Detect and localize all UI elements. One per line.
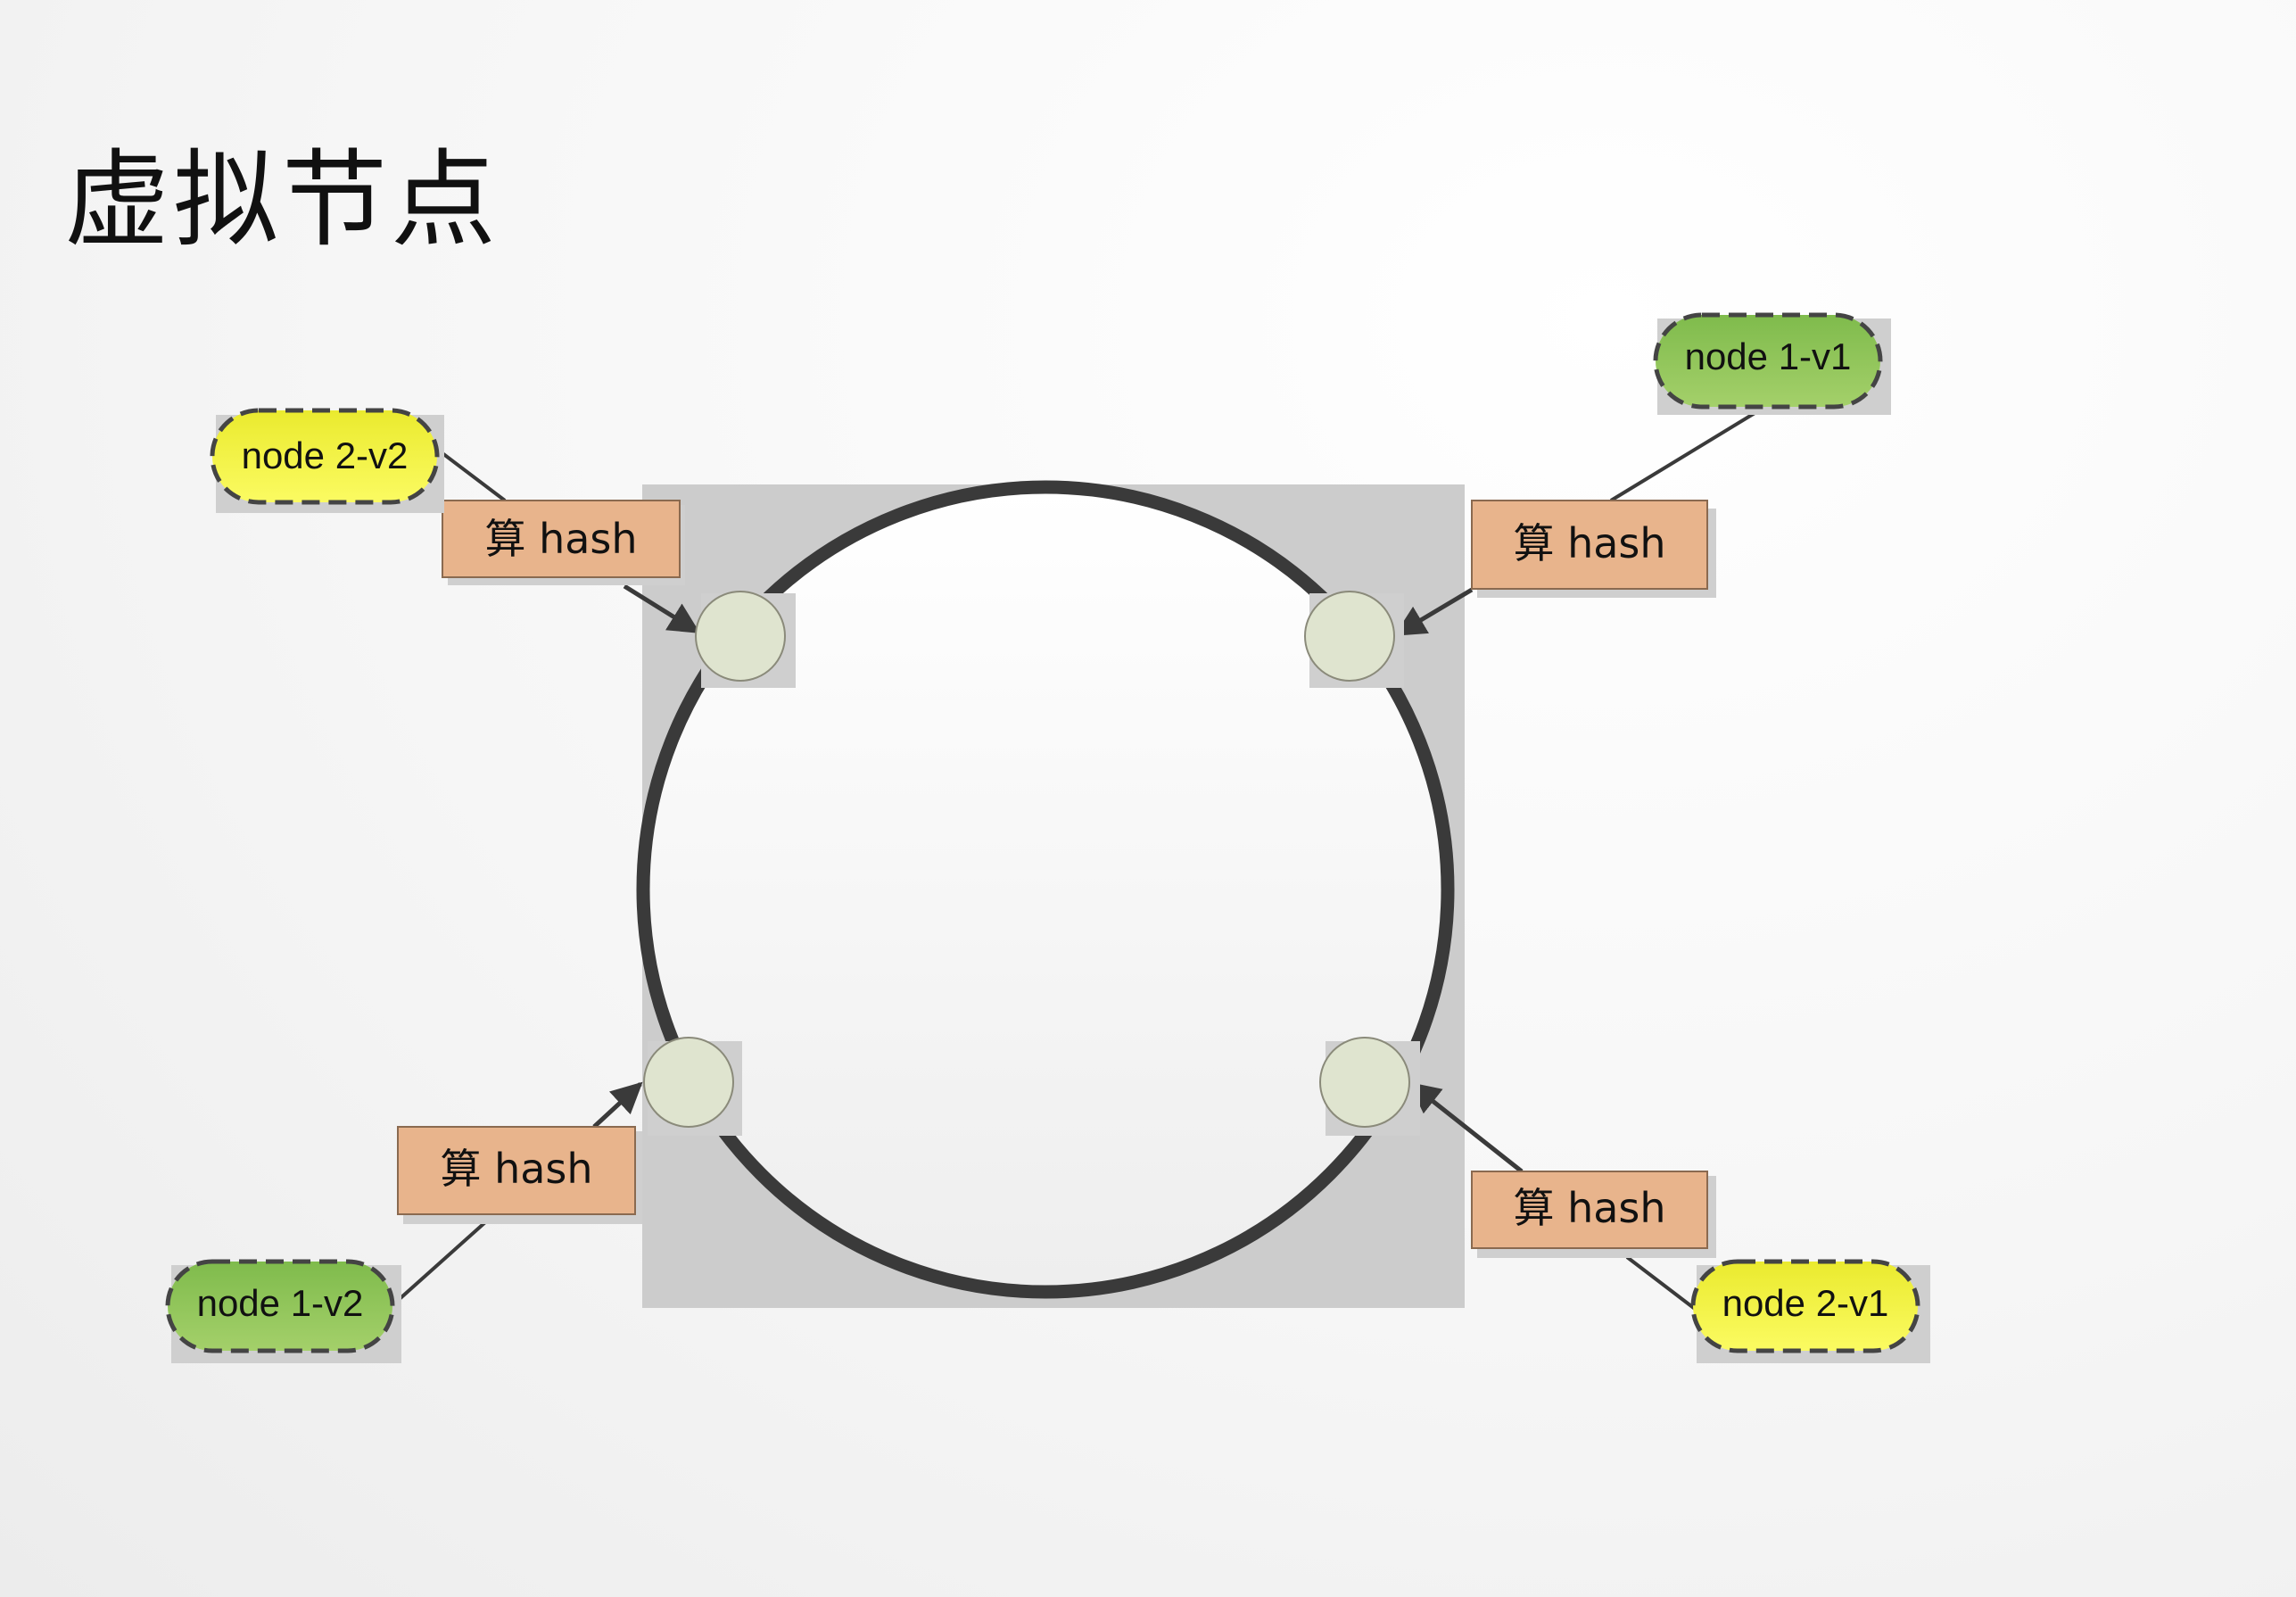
connector-node-2-v2 — [437, 449, 507, 502]
hash-box-top-right: 算 hash — [1471, 500, 1716, 598]
hash-label: 算 hash — [1513, 1184, 1665, 1232]
node-label: node 1-v2 — [197, 1282, 364, 1324]
hash-box-top-left: 算 hash — [442, 500, 685, 585]
node-1-v1: node 1-v1 — [1653, 312, 1891, 415]
node-2-v1: node 2-v1 — [1690, 1259, 1930, 1363]
hash-ring-diagram: 算 hash 算 hash 算 hash 算 hash node 2-v2 no… — [165, 312, 1930, 1363]
hash-label: 算 hash — [1513, 519, 1665, 567]
ring-point-top-right — [1304, 591, 1404, 688]
node-1-v2: node 1-v2 — [165, 1259, 401, 1363]
node-label: node 2-v1 — [1722, 1282, 1889, 1324]
node-label: node 1-v1 — [1685, 335, 1852, 377]
connector-node-1-v2 — [391, 1221, 487, 1307]
hash-box-bottom-right: 算 hash — [1471, 1171, 1716, 1258]
hash-box-bottom-left: 算 hash — [397, 1126, 642, 1224]
node-label: node 2-v2 — [242, 434, 409, 476]
ring-point-top-left — [695, 591, 796, 688]
connector-node-2-v1 — [1625, 1255, 1700, 1313]
node-2-v2: node 2-v2 — [210, 408, 444, 513]
arrow-bottom-left — [592, 1081, 643, 1129]
ring-point-bottom-left — [643, 1037, 742, 1136]
connector-node-1-v1 — [1609, 403, 1770, 502]
ring-point-bottom-right — [1319, 1037, 1420, 1136]
hash-label: 算 hash — [440, 1145, 592, 1193]
hash-label: 算 hash — [484, 515, 637, 563]
